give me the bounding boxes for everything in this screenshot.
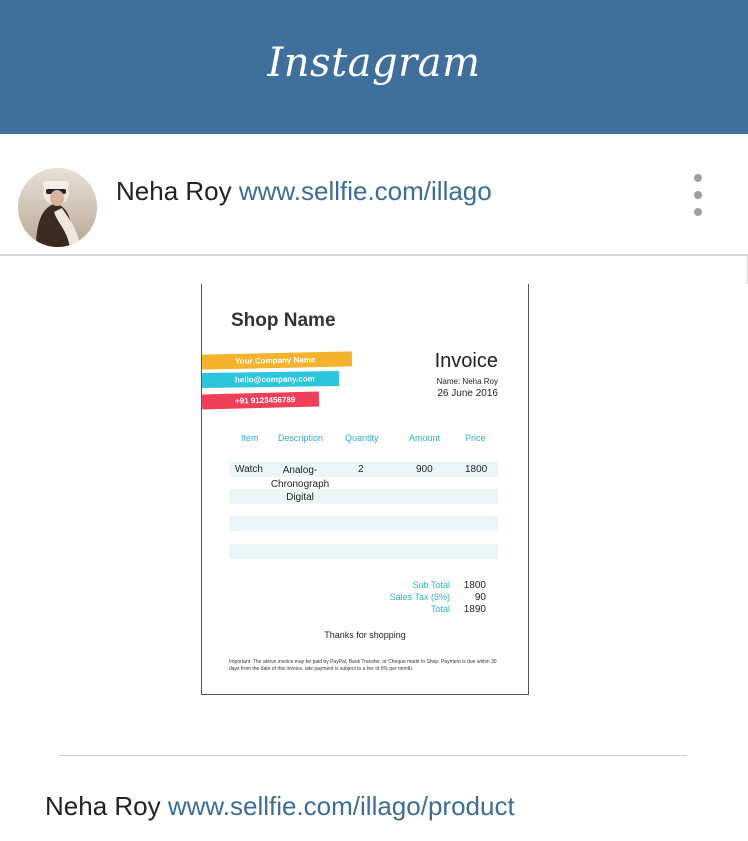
shop-name: Shop Name [231,310,336,331]
avatar[interactable] [18,168,97,247]
author-link[interactable]: www.sellfie.com/illago [239,176,492,206]
invoice-date: 26 June 2016 [437,388,498,399]
payment-note: Important: The above invoice may be paid… [229,659,497,672]
tax-label: Sales Tax (5%) [389,592,450,602]
caption-author[interactable]: Neha Roy [45,791,161,821]
subtotal-label: Sub Total [412,580,450,590]
row-quantity: 2 [358,464,364,475]
avatar-photo-icon [18,168,97,247]
table-row [229,516,498,531]
company-name-tag: Your Company Name [201,351,353,370]
more-dot [694,191,702,199]
more-dot [694,208,702,216]
caption-divider [59,755,687,756]
col-quantity: Quantity [345,433,379,443]
invoice-customer: Name: Neha Roy [436,377,498,386]
header-divider [0,254,748,284]
invoice-image[interactable]: Shop Name Your Company Name hello@compan… [201,284,529,695]
col-description: Description [278,433,324,443]
table-row [229,544,498,559]
row-price: 1800 [465,464,488,475]
tax-value: 90 [474,592,486,603]
company-email-tag: hello@company.com [201,371,340,388]
row-amount: 900 [416,464,433,475]
more-options-button[interactable] [690,172,706,220]
invoice-title: Invoice [434,350,498,372]
total-label: Total [430,604,450,614]
app-header: Instagram [0,0,748,134]
instagram-logo[interactable]: Instagram [0,40,748,86]
col-item: Item [241,433,259,443]
post-author: Neha Roy www.sellfie.com/illago [116,176,492,207]
post-caption: Neha Roy www.sellfie.com/illago/product [45,791,515,822]
subtotal-value: 1800 [463,580,486,591]
total-value: 1890 [463,604,486,615]
company-phone-tag: +91 9123456789 [201,391,320,410]
caption-link[interactable]: www.sellfie.com/illago/product [168,791,515,821]
col-price: Price [465,433,486,443]
author-name[interactable]: Neha Roy [116,176,232,206]
row-item: Watch [235,464,263,475]
more-vertical-icon [694,174,702,182]
thanks-message: Thanks for shopping [324,630,406,640]
row-description: Analog- Chronograph Digital [270,465,330,503]
col-amount: Amount [409,433,441,443]
